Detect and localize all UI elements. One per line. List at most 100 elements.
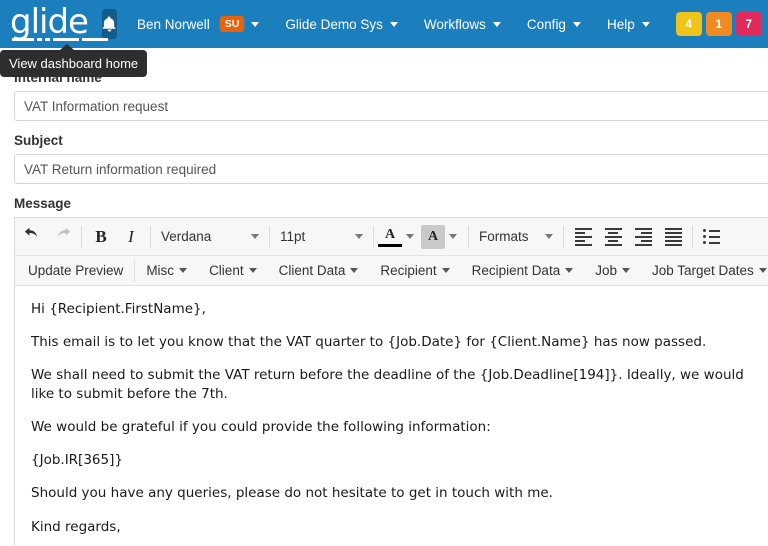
font-family-select[interactable]: Verdana [155, 222, 265, 252]
client-data-menu[interactable]: Client Data [268, 256, 370, 285]
chevron-down-icon [389, 21, 398, 27]
update-preview-button[interactable]: Update Preview [17, 256, 134, 285]
misc-menu[interactable]: Misc [135, 256, 198, 285]
editor-toolbar-row-1: B I Verdana 11pt A A Formats [15, 218, 768, 256]
chevron-down-icon [441, 268, 450, 273]
bell-icon [102, 16, 117, 32]
chevron-down-icon [251, 234, 259, 239]
background-color-button[interactable]: A [421, 224, 445, 249]
toolbar-divider [81, 225, 82, 248]
chevron-down-icon [355, 234, 363, 239]
counter-badge-orange[interactable]: 1 [705, 12, 732, 36]
nav-label: Workflows [423, 16, 486, 32]
recipient-data-menu[interactable]: Recipient Data [461, 256, 585, 285]
job-label: Job [595, 263, 617, 278]
toolbar-divider [692, 225, 693, 248]
message-paragraph: We would be grateful if you could provid… [31, 418, 491, 435]
nav-counters: 4 1 7 [675, 12, 762, 36]
client-data-label: Client Data [278, 263, 346, 278]
subject-label: Subject [14, 133, 63, 148]
chevron-down-icon [565, 268, 574, 273]
internal-name-input[interactable] [14, 91, 768, 121]
font-family-value: Verdana [161, 229, 212, 244]
align-justify-icon [664, 227, 682, 246]
counter-badge-yellow[interactable]: 4 [675, 12, 702, 36]
message-paragraph: Should you have any queries, please do n… [31, 485, 553, 502]
job-target-dates-menu[interactable]: Job Target Dates [641, 256, 768, 285]
message-paragraph: This email is to let you know that the V… [31, 334, 707, 351]
redo-icon [54, 227, 71, 246]
chevron-down-icon [758, 268, 767, 273]
chevron-down-icon [572, 21, 581, 27]
dashboard-home-tooltip: View dashboard home [0, 44, 148, 77]
formats-select[interactable]: Formats [473, 222, 559, 252]
toolbar-divider [269, 225, 270, 248]
logo-text: glide [10, 2, 89, 42]
undo-icon [24, 227, 41, 246]
chevron-down-icon [622, 268, 630, 273]
chevron-down-icon [641, 21, 650, 27]
message-body[interactable]: Hi {Recipient.FirstName}, This email is … [15, 286, 768, 546]
undo-button[interactable] [17, 222, 47, 252]
email-template-form: Internal name Subject Message B I Verdan… [0, 48, 768, 546]
nav-item-workflows[interactable]: Workflows [424, 17, 501, 32]
chevron-down-icon [179, 268, 188, 273]
font-size-value: 11pt [280, 229, 306, 244]
nav-user-menu[interactable]: Ben Norwell SU [136, 16, 260, 32]
message-label: Message [14, 196, 72, 211]
job-target-dates-label: Job Target Dates [652, 263, 754, 278]
client-label: Client [209, 263, 244, 278]
message-editor: B I Verdana 11pt A A Formats Update Prev… [14, 217, 768, 546]
align-center-button[interactable] [598, 222, 628, 252]
recipient-label: Recipient [380, 263, 437, 278]
toolbar-divider [373, 225, 374, 248]
text-color-chevron-down-icon[interactable] [406, 234, 414, 239]
align-justify-button[interactable] [658, 222, 688, 252]
nav-item-help[interactable]: Help [607, 17, 650, 32]
nav-user-name: Ben Norwell [136, 16, 210, 32]
glide-logo[interactable]: glide [10, 2, 108, 43]
toolbar-divider [563, 225, 564, 248]
top-navbar: glide Ben Norwell SU Glide Demo Sys Work… [0, 0, 768, 77]
bullet-list-icon [703, 229, 721, 244]
align-left-button[interactable] [568, 222, 598, 252]
editor-toolbar-row-2: Update Preview Misc Client Client Data R… [15, 256, 768, 286]
client-menu[interactable]: Client [198, 256, 268, 285]
chevron-down-icon [248, 268, 257, 273]
nav-label: Config [526, 16, 566, 32]
counter-badge-pink[interactable]: 7 [735, 12, 762, 36]
subject-input[interactable] [14, 154, 768, 184]
message-paragraph: {Job.IR[365]} [31, 452, 123, 469]
background-color-chevron-down-icon[interactable] [449, 234, 457, 239]
text-color-button[interactable]: A [378, 226, 402, 247]
redo-button[interactable] [47, 222, 77, 252]
message-paragraph: We shall need to submit the VAT return b… [31, 367, 744, 402]
formats-label: Formats [479, 229, 529, 244]
align-right-button[interactable] [628, 222, 658, 252]
nav-label: Help [606, 16, 635, 32]
nav-item-glide-demo-sys[interactable]: Glide Demo Sys [285, 17, 398, 32]
bullet-list-button[interactable] [697, 222, 727, 252]
message-paragraph: Hi {Recipient.FirstName}, [31, 301, 206, 317]
toolbar-divider [150, 225, 151, 248]
message-paragraph: Kind regards, [31, 518, 121, 535]
align-right-icon [634, 227, 652, 246]
user-role-badge: SU [219, 16, 245, 32]
job-menu[interactable]: Job [584, 256, 641, 285]
nav-label: Glide Demo Sys [285, 16, 383, 32]
logo-underline-decoration [12, 38, 108, 41]
recipient-menu[interactable]: Recipient [369, 256, 460, 285]
chevron-down-icon [492, 21, 501, 27]
recipient-data-label: Recipient Data [471, 263, 561, 278]
nav-item-config[interactable]: Config [527, 17, 581, 32]
toolbar-divider [468, 225, 469, 248]
font-size-select[interactable]: 11pt [274, 222, 369, 252]
italic-button[interactable]: I [116, 222, 146, 252]
align-left-icon [574, 227, 592, 246]
notifications-button[interactable] [101, 9, 117, 39]
align-center-icon [604, 227, 622, 246]
chevron-down-icon [251, 21, 260, 27]
chevron-down-icon [545, 234, 553, 239]
update-preview-label: Update Preview [28, 263, 124, 278]
bold-button[interactable]: B [86, 222, 116, 252]
